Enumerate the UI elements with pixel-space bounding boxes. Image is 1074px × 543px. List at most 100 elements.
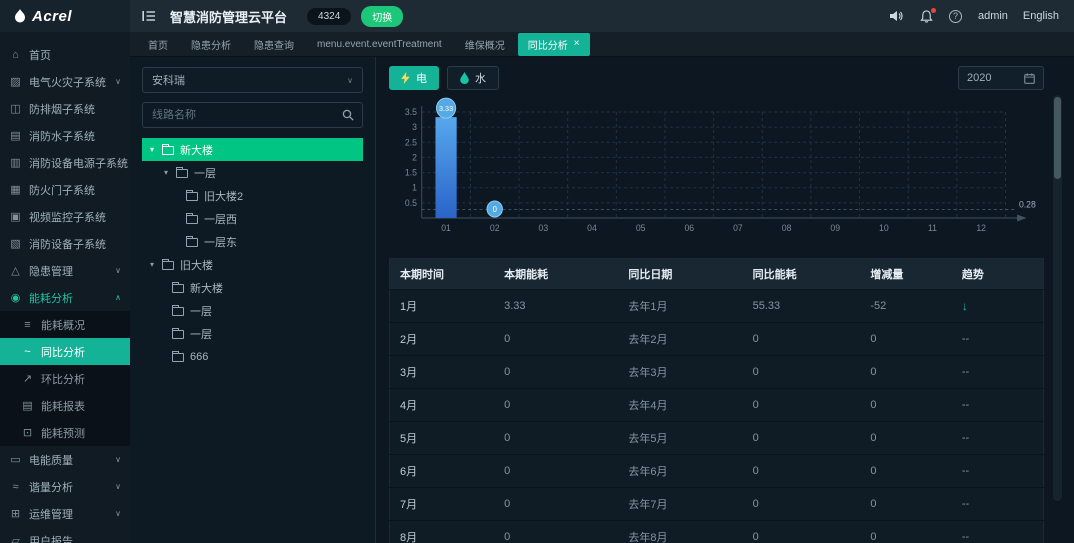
sidebar-item-防火门子系统[interactable]: ▦ 防火门子系统 xyxy=(0,176,130,203)
harmonic-analysis-icon: ≈ xyxy=(12,480,19,493)
scrollbar-thumb[interactable] xyxy=(1054,97,1061,179)
trend-cell: -- xyxy=(951,322,1044,356)
tab-label: 首页 xyxy=(148,40,168,52)
help-icon[interactable]: ? xyxy=(948,9,962,23)
tree-node-旧大楼[interactable]: ▾ 旧大楼 xyxy=(142,253,363,276)
sidebar-item-环比分析[interactable]: ↗ 环比分析 xyxy=(0,365,130,392)
power-quality-icon: ▭ xyxy=(10,454,21,466)
trend-cell: -- xyxy=(951,355,1044,389)
column-header: 本期能耗 xyxy=(494,258,619,290)
sidebar-item-能耗分析[interactable]: ◉ 能耗分析 ∧ xyxy=(0,284,130,311)
sidebar-item-label: 电能质量 xyxy=(29,454,73,467)
svg-text:1.5: 1.5 xyxy=(405,167,417,177)
tab-隐患分析[interactable]: 隐患分析 xyxy=(181,33,241,56)
water-toggle-button[interactable]: 水 xyxy=(447,66,499,90)
switch-button[interactable]: 切换 xyxy=(361,5,404,27)
yoy-table: 本期时间 本期能耗 同比日期 同比能耗 增减量 趋势 1月 3.33 去年1月 55.33 -52… xyxy=(389,258,1044,543)
sidebar-item-label: 隐患管理 xyxy=(29,265,73,278)
svg-text:3.33: 3.33 xyxy=(439,104,453,113)
org-select[interactable]: 安科瑞 ∨ xyxy=(142,67,363,93)
sidebar-item-label: 防火门子系统 xyxy=(29,184,95,197)
collapse-sidebar-icon[interactable] xyxy=(142,10,156,22)
tree-node-666[interactable]: 666 xyxy=(142,345,363,368)
tab-同比分析[interactable]: 同比分析 × xyxy=(517,32,590,56)
svg-text:1: 1 xyxy=(412,183,417,193)
sidebar-item-消防设备子系统[interactable]: ▧ 消防设备子系统 xyxy=(0,230,130,257)
device-tree-panel: 安科瑞 ∨ ▾新大楼▾一层旧大楼2一层西一层东▾旧大楼新大楼一层一层666 xyxy=(130,57,376,543)
sidebar-item-label: 能耗预测 xyxy=(41,427,85,440)
sidebar-item-消防水子系统[interactable]: ▤ 消防水子系统 xyxy=(0,122,130,149)
sidebar-item-电能质量[interactable]: ▭ 电能质量 ∨ xyxy=(0,446,130,473)
count-badge: 4324 xyxy=(307,7,352,25)
sidebar-item-label: 首页 xyxy=(29,49,51,62)
tree-node-一层[interactable]: 一层 xyxy=(142,299,363,322)
controls-row: 电 水 2020 xyxy=(389,66,1044,90)
main-content: 电 水 2020 0.5 1 1.5 2 2.5 3 3.5 0.28 01 02 03 04 05 06… xyxy=(377,57,1074,543)
sidebar-item-label: 能耗分析 xyxy=(29,292,73,305)
tree-node-一层[interactable]: ▾ 一层 xyxy=(142,161,363,184)
tab-首页[interactable]: 首页 xyxy=(138,33,178,56)
sidebar-item-运维管理[interactable]: ⊞ 运维管理 ∨ xyxy=(0,500,130,527)
electrical-fire-subsystem-icon: ▨ xyxy=(10,76,21,88)
tree-node-一层东[interactable]: 一层东 xyxy=(142,230,363,253)
tree-node-一层西[interactable]: 一层西 xyxy=(142,207,363,230)
sidebar-item-消防设备电源子系统[interactable]: ▥ 消防设备电源子系统 xyxy=(0,149,130,176)
tab-menu.event.eventTreatment[interactable]: menu.event.eventTreatment xyxy=(307,35,452,54)
sidebar-item-防排烟子系统[interactable]: ◫ 防排烟子系统 xyxy=(0,95,130,122)
chevron-down-icon: ∨ xyxy=(115,509,121,518)
close-tab-icon[interactable]: × xyxy=(574,39,580,49)
search-icon[interactable] xyxy=(334,103,362,127)
sidebar-item-同比分析[interactable]: ~ 同比分析 xyxy=(0,338,130,365)
energy-submenu: ≡ 能耗概况 ~ 同比分析 ↗ 环比分析 ▤ 能耗报表 ⊡ 能耗预测 xyxy=(0,311,130,446)
volume-icon[interactable] xyxy=(889,10,904,22)
page-title: 智慧消防管理云平台 xyxy=(170,9,288,25)
column-header: 同比能耗 xyxy=(742,258,861,290)
sidebar-item-首页[interactable]: ⌂ 首页 xyxy=(0,41,130,68)
trend-cell: ↓ xyxy=(951,289,1044,323)
sidebar-item-label: 用户报告 xyxy=(29,535,73,543)
sidebar-item-电气火灾子系统[interactable]: ▨ 电气火灾子系统 ∨ xyxy=(0,68,130,95)
tree-node-label: 旧大楼 xyxy=(180,259,213,272)
tab-label: 隐患分析 xyxy=(191,40,231,52)
device-tree: ▾ 新大楼 ▾ 一层 旧大楼2 一层西 一层东 ▾ 旧大楼 新大楼 一层 一层 666 xyxy=(142,138,363,368)
tree-node-新大楼[interactable]: ▾ 新大楼 xyxy=(142,138,363,161)
electric-toggle-button[interactable]: 电 xyxy=(389,66,439,90)
energy-report-icon: ▤ xyxy=(22,400,33,412)
svg-text:10: 10 xyxy=(879,223,889,233)
tab-维保概况[interactable]: 维保概况 xyxy=(455,33,515,56)
sidebar-item-label: 环比分析 xyxy=(41,373,85,386)
svg-text:0.28: 0.28 xyxy=(1019,199,1036,209)
tab-隐患查询[interactable]: 隐患查询 xyxy=(244,33,304,56)
language-toggle[interactable]: English xyxy=(1023,10,1059,22)
electric-toggle-label: 电 xyxy=(416,73,427,85)
column-header: 同比日期 xyxy=(618,258,743,290)
sidebar-item-视频监控子系统[interactable]: ▣ 视频监控子系统 xyxy=(0,203,130,230)
trend-cell: -- xyxy=(951,421,1044,455)
sidebar-item-能耗预测[interactable]: ⊡ 能耗预测 xyxy=(0,419,130,446)
sidebar-item-能耗概况[interactable]: ≡ 能耗概况 xyxy=(0,311,130,338)
notification-bell-icon[interactable] xyxy=(920,6,937,23)
tree-node-新大楼[interactable]: 新大楼 xyxy=(142,276,363,299)
sidebar-item-能耗报表[interactable]: ▤ 能耗报表 xyxy=(0,392,130,419)
sidebar-item-隐患管理[interactable]: △ 隐患管理 ∨ xyxy=(0,257,130,284)
username[interactable]: admin xyxy=(978,10,1008,22)
tree-node-一层[interactable]: 一层 xyxy=(142,322,363,345)
svg-text:03: 03 xyxy=(539,223,549,233)
yoy-table-body: 1月 3.33 去年1月 55.33 -52 ↓ 2月 0 去年2月 0 0 -- 3月 0 去年3月 0 0-… xyxy=(389,289,1044,543)
energy-overview-icon: ≡ xyxy=(24,318,31,331)
tree-node-label: 新大楼 xyxy=(180,144,213,157)
user-report-icon: ▱ xyxy=(11,535,20,543)
tree-node-旧大楼2[interactable]: 旧大楼2 xyxy=(142,184,363,207)
svg-text:2: 2 xyxy=(412,152,417,162)
mom-analysis-icon: ↗ xyxy=(22,373,33,385)
sidebar-item-用户报告[interactable]: ▱ 用户报告 xyxy=(0,527,130,543)
year-picker[interactable]: 2020 xyxy=(958,66,1044,90)
vertical-scrollbar[interactable] xyxy=(1053,95,1062,501)
chevron-down-icon: ∨ xyxy=(115,77,121,86)
chevron-down-icon: ∨ xyxy=(115,455,121,464)
sidebar-item-谐量分析[interactable]: ≈ 谐量分析 ∨ xyxy=(0,473,130,500)
org-select-value: 安科瑞 xyxy=(152,75,185,87)
line-search-input[interactable] xyxy=(143,103,334,127)
svg-text:0: 0 xyxy=(493,205,498,214)
table-row: 7月 0 去年7月 0 0 -- xyxy=(389,487,1044,521)
